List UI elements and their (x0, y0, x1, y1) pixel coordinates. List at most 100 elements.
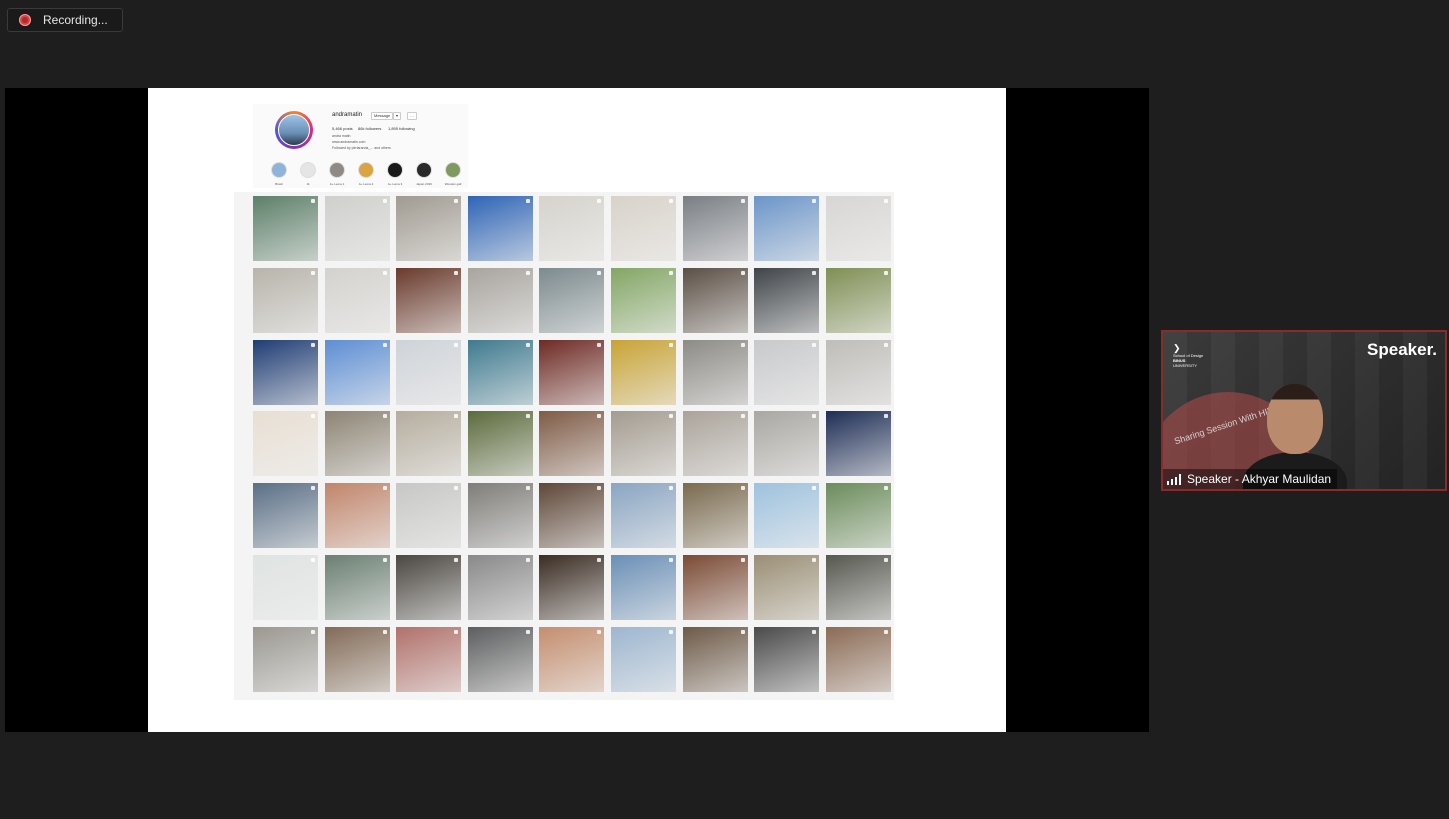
post-thumbnail (467, 555, 533, 620)
post-thumbnail (253, 267, 318, 333)
post-thumbnail (253, 555, 318, 620)
story-highlight (445, 162, 461, 178)
profile-username: andramatin (332, 112, 363, 118)
presentation-slide: andramatin Message ▾ … 5,466 posts 86k f… (148, 88, 1006, 732)
post-thumbnail (682, 555, 748, 620)
speaker-face (1267, 384, 1323, 454)
post-thumbnail (396, 267, 462, 333)
recording-indicator[interactable]: Recording... (7, 8, 123, 32)
story-highlight (329, 162, 345, 178)
post-thumbnail (396, 411, 462, 477)
post-thumbnail (324, 555, 390, 620)
post-thumbnail (539, 196, 605, 261)
binus-logo: ❯ School of Design BINUS UNIVERSITY (1173, 343, 1204, 369)
post-thumbnail (253, 196, 318, 261)
post-thumbnail (682, 339, 748, 405)
post-thumbnail (825, 267, 891, 333)
recording-label: Recording... (43, 13, 108, 27)
profile-followed-by: Followed by pirriaranda_... and others (332, 146, 391, 150)
post-thumbnail (611, 411, 676, 477)
post-thumbnail (611, 339, 676, 405)
profile-bio-name: andra matin (332, 134, 351, 138)
post-thumbnail (825, 339, 891, 405)
story-highlight (387, 162, 403, 178)
post-thumbnail (682, 626, 748, 692)
post-grid (234, 192, 894, 700)
post-thumbnail (611, 626, 676, 692)
post-thumbnail (682, 411, 748, 477)
post-thumbnail (754, 267, 820, 333)
signal-strength-icon (1167, 473, 1181, 485)
post-thumbnail (754, 555, 820, 620)
post-thumbnail (825, 483, 891, 549)
story-highlight-label: Jk (306, 182, 310, 186)
profile-avatar (275, 111, 313, 149)
story-highlight (416, 162, 432, 178)
post-thumbnail (539, 555, 605, 620)
post-thumbnail (324, 339, 390, 405)
post-thumbnail (396, 483, 462, 549)
post-thumbnail (754, 411, 820, 477)
story-highlight (271, 162, 287, 178)
post-thumbnail (324, 483, 390, 549)
message-button: Message (371, 112, 394, 120)
instagram-profile-header: andramatin Message ▾ … 5,466 posts 86k f… (253, 104, 468, 188)
post-thumbnail (825, 411, 891, 477)
post-thumbnail (682, 196, 748, 261)
story-highlight-label: Wooden gall (444, 182, 462, 186)
story-highlight (300, 162, 316, 178)
post-thumbnail (324, 411, 390, 477)
post-thumbnail (754, 339, 820, 405)
post-thumbnail (539, 411, 605, 477)
post-thumbnail (611, 483, 676, 549)
posts-count: 5,466 posts (332, 126, 353, 131)
post-thumbnail (539, 626, 605, 692)
post-thumbnail (396, 339, 462, 405)
post-thumbnail (467, 411, 533, 477)
post-thumbnail (253, 339, 318, 405)
post-thumbnail (324, 196, 390, 261)
post-thumbnail (467, 483, 533, 549)
story-highlight-label: A+ Lema 1 (329, 182, 345, 186)
post-thumbnail (611, 267, 676, 333)
post-thumbnail (324, 626, 390, 692)
post-thumbnail (396, 196, 462, 261)
post-thumbnail (754, 196, 820, 261)
more-options-button: … (407, 112, 417, 120)
profile-bio-link: www.andramatin.com (332, 140, 366, 144)
post-thumbnail (682, 483, 748, 549)
post-thumbnail (754, 483, 820, 549)
story-highlight-label: A+ Lema 2 (358, 182, 374, 186)
shared-screen: andramatin Message ▾ … 5,466 posts 86k f… (5, 88, 1149, 732)
post-thumbnail (253, 626, 318, 692)
post-thumbnail (324, 267, 390, 333)
story-highlight-label: Brasil (275, 182, 283, 186)
story-highlight-label: A+ Lema 3 (387, 182, 403, 186)
post-thumbnail (467, 267, 533, 333)
post-thumbnail (539, 267, 605, 333)
follow-dropdown-button: ▾ (393, 112, 402, 120)
story-highlight (358, 162, 374, 178)
post-thumbnail (396, 555, 462, 620)
post-thumbnail (396, 626, 462, 692)
post-thumbnail (467, 626, 533, 692)
followers-count: 86k followers (358, 126, 382, 131)
following-count: 1,895 following (388, 126, 415, 131)
post-thumbnail (754, 626, 820, 692)
post-thumbnail (825, 626, 891, 692)
post-thumbnail (682, 267, 748, 333)
post-thumbnail (467, 196, 533, 261)
speaker-brand-title: Speaker. (1367, 340, 1437, 359)
speaker-video-tile[interactable]: ❯ School of Design BINUS UNIVERSITY Spea… (1161, 330, 1447, 491)
post-thumbnail (825, 555, 891, 620)
speaker-name-label: Speaker - Akhyar Maulidan (1163, 469, 1338, 489)
post-thumbnail (611, 196, 676, 261)
post-thumbnail (539, 483, 605, 549)
post-thumbnail (611, 555, 676, 620)
story-highlight-label: Japan 2019 (416, 182, 432, 186)
post-thumbnail (467, 339, 533, 405)
post-thumbnail (253, 483, 318, 549)
post-thumbnail (825, 196, 891, 261)
record-icon (19, 14, 31, 26)
post-thumbnail (253, 411, 318, 477)
